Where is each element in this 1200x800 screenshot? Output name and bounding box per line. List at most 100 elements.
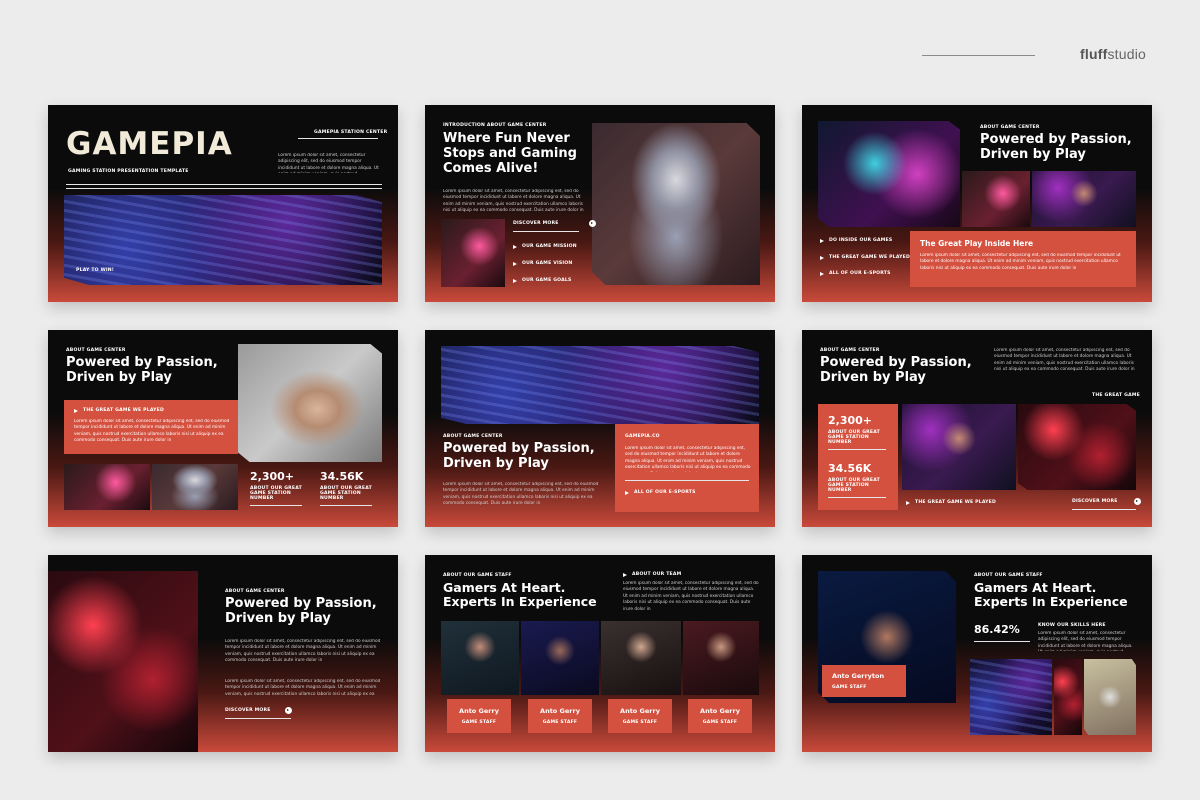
- list-item[interactable]: THE GREAT GAME WE PLAYED: [906, 500, 996, 505]
- box-body: Lorem ipsum dolor sit amet, consectetur …: [920, 253, 1121, 271]
- about-kicker: ABOUT GAME CENTER: [66, 348, 126, 353]
- box-title: The Great Play Inside Here: [920, 239, 1034, 248]
- team-title: Gamers At Heart. Experts In Experience: [443, 580, 597, 610]
- slide-about-1[interactable]: ABOUT GAME CENTER Powered by Passion, Dr…: [802, 105, 1152, 302]
- staff-name: Anto Gerry: [700, 707, 740, 715]
- divider: [66, 188, 382, 189]
- list-item[interactable]: THE GREAT GAME WE PLAYED: [820, 255, 910, 260]
- circle-arrow-icon: [1133, 498, 1141, 505]
- controller-hands-photo: [1084, 659, 1136, 735]
- discover-more-label: DISCOVER MORE: [513, 221, 559, 226]
- rgb-setup-photo: [1032, 171, 1136, 227]
- about-kicker: ABOUT GAME CENTER: [980, 125, 1040, 130]
- about-kicker: ABOUT GAME CENTER: [820, 348, 880, 353]
- about-title: Powered by Passion, Driven by Play: [443, 441, 595, 471]
- staff-card: Anto Gerry GAME STAFF: [608, 699, 672, 733]
- header-rule: [922, 55, 1035, 56]
- about-title: Powered by Passion, Driven by Play: [820, 355, 972, 385]
- about-body: Lorem ipsum dolor sit amet, consectetur …: [994, 348, 1135, 373]
- discover-more-link[interactable]: DISCOVER MORE: [513, 220, 596, 227]
- divider: [298, 138, 378, 139]
- right-label: THE GREAT GAME: [1092, 393, 1140, 398]
- arrow-right-icon: [623, 572, 627, 577]
- staff-photo: [441, 621, 519, 695]
- brand-logo: fluffstudio: [1080, 46, 1146, 62]
- site-label: GAMEPIA.CO: [625, 434, 660, 439]
- staff-photo: [601, 621, 681, 695]
- slide-cover[interactable]: GAMEPIA GAMING STATION PRESENTATION TEMP…: [48, 105, 398, 302]
- slide-about-4[interactable]: ABOUT GAME CENTER Powered by Passion, Dr…: [802, 330, 1152, 527]
- gaming-pc-photo: [818, 121, 960, 227]
- discover-more-label: DISCOVER MORE: [225, 708, 271, 713]
- about-body: Lorem ipsum dolor sit amet, consectetur …: [225, 639, 381, 664]
- arrow-right-icon: [513, 244, 517, 249]
- discover-more-link[interactable]: DISCOVER MORE: [1072, 498, 1141, 505]
- team-body: Lorem ipsum dolor sit amet, consectetur …: [623, 581, 759, 611]
- arrow-right-icon: [74, 408, 78, 413]
- list-item[interactable]: OUR GAME MISSION: [513, 244, 577, 249]
- cover-subtitle: GAMING STATION PRESENTATION TEMPLATE: [68, 169, 189, 174]
- slide-about-5[interactable]: ABOUT GAME CENTER Powered by Passion, Dr…: [48, 555, 398, 752]
- intro-body: Lorem ipsum dolor sit amet, consectetur …: [443, 189, 584, 214]
- divider: [66, 184, 382, 185]
- list-item[interactable]: DO INSIDE OUR GAMES: [820, 238, 892, 243]
- staff-title: Gamers At Heart. Experts In Experience: [974, 580, 1128, 610]
- info-box: THE GREAT GAME WE PLAYED Lorem ipsum dol…: [64, 400, 238, 454]
- staff-photo: [683, 621, 759, 695]
- about-title: Powered by Passion, Driven by Play: [980, 132, 1132, 162]
- stat-label: ABOUT OUR GREAT GAME STATION NUMBER: [320, 486, 372, 501]
- divider: [625, 480, 749, 481]
- divider: [250, 505, 302, 506]
- arrow-right-icon: [820, 255, 824, 260]
- divider: [974, 641, 1030, 642]
- list-item[interactable]: OUR GAME VISION: [513, 261, 572, 266]
- stat-value: 2,300+: [250, 470, 295, 483]
- setup-photo: [962, 171, 1030, 227]
- staff-role: GAME STAFF: [542, 720, 578, 725]
- stat-label: ABOUT OUR GREAT GAME STATION NUMBER: [250, 486, 302, 501]
- slide-intro[interactable]: INTRODUCTION ABOUT GAME CENTER Where Fun…: [425, 105, 775, 302]
- keyboard-photo: [441, 346, 759, 424]
- discover-more-link[interactable]: DISCOVER MORE: [225, 707, 292, 714]
- cover-body: Lorem ipsum dolor sit amet, consectetur …: [278, 153, 379, 173]
- about-body: Lorem ipsum dolor sit amet, consectetur …: [443, 482, 599, 507]
- box-item: ALL OF OUR E-SPORTS: [634, 490, 696, 495]
- arrow-right-icon: [513, 261, 517, 266]
- slide-team[interactable]: ABOUT OUR GAME STAFF Gamers At Heart. Ex…: [425, 555, 775, 752]
- cover-title: GAMEPIA: [66, 126, 233, 162]
- info-box: GAMEPIA.CO Lorem ipsum dolor sit amet, c…: [615, 424, 759, 512]
- lan-room-photo: [1018, 404, 1136, 490]
- divider: [828, 449, 886, 450]
- intro-kicker: INTRODUCTION ABOUT GAME CENTER: [443, 123, 547, 128]
- slide-about-3[interactable]: ABOUT GAME CENTER Powered by Passion, Dr…: [425, 330, 775, 527]
- slide-about-2[interactable]: ABOUT GAME CENTER Powered by Passion, Dr…: [48, 330, 398, 527]
- staff-name: Anto Gerry: [540, 707, 580, 715]
- box-body: Lorem ipsum dolor sit amet, consectetur …: [74, 419, 230, 444]
- staff-role: GAME STAFF: [702, 720, 738, 725]
- box-body: Lorem ipsum dolor sit amet, consectetur …: [625, 446, 751, 472]
- list-item[interactable]: ALL OF OUR E-SPORTS: [820, 271, 891, 276]
- staff-kicker: ABOUT OUR GAME STAFF: [974, 573, 1043, 578]
- staff-photo: [521, 621, 599, 695]
- about-body: Lorem ipsum dolor sit amet, consectetur …: [225, 679, 381, 697]
- cover-tag: PLAY TO WIN!: [76, 268, 115, 273]
- staff-role: GAME STAFF: [622, 720, 658, 725]
- gamer-photo: [152, 464, 238, 510]
- list-item[interactable]: OUR GAME GOALS: [513, 278, 572, 283]
- discover-more-label: DISCOVER MORE: [1072, 499, 1118, 504]
- slide-staff[interactable]: Anto Gerryton GAME STAFF ABOUT OUR GAME …: [802, 555, 1152, 752]
- desk-photo: [64, 464, 150, 510]
- staff-card: Anto Gerry GAME STAFF: [447, 699, 511, 733]
- controller-photo: [970, 659, 1052, 735]
- intro-title: Where Fun Never Stops and Gaming Comes A…: [443, 131, 577, 176]
- divider: [828, 497, 886, 498]
- divider: [1072, 509, 1136, 510]
- circle-arrow-icon: [284, 707, 292, 714]
- stat-label: ABOUT OUR GREAT GAME STATION NUMBER: [828, 478, 880, 493]
- stat-value: 34.56K: [828, 462, 872, 475]
- divider: [513, 231, 579, 232]
- staff-role: GAME STAFF: [832, 685, 867, 690]
- stat-value: 34.56K: [320, 470, 364, 483]
- skills-label: KNOW OUR SKILLS HERE: [1038, 623, 1106, 628]
- arrow-right-icon: [513, 278, 517, 283]
